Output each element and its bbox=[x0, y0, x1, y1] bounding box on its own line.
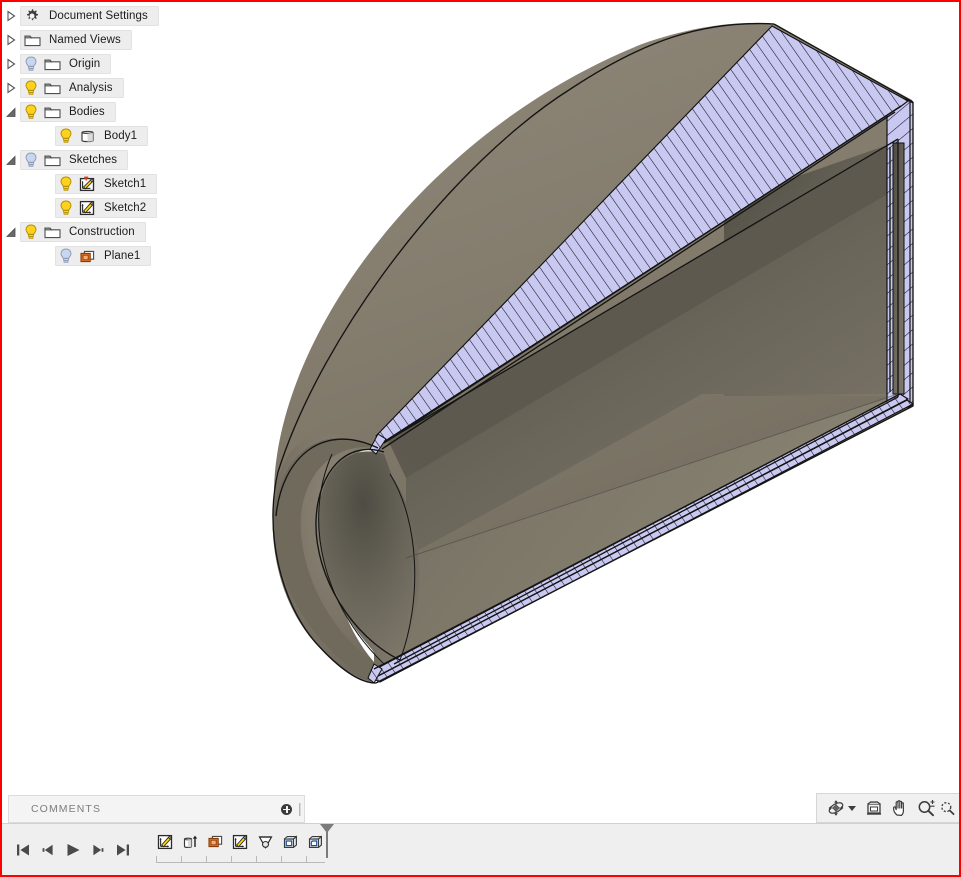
plane-icon bbox=[76, 249, 98, 264]
chevron-down-icon[interactable] bbox=[2, 106, 20, 118]
browser-row-background[interactable]: Construction bbox=[20, 222, 146, 242]
browser-row-background[interactable]: Body1 bbox=[55, 126, 149, 146]
timeline-features[interactable] bbox=[153, 823, 334, 870]
look-at-icon[interactable] bbox=[861, 795, 887, 821]
solid-body[interactable] bbox=[272, 22, 915, 684]
folder-icon bbox=[41, 105, 63, 119]
timeline-feature-plane1[interactable] bbox=[203, 830, 227, 854]
browser-item-sketches[interactable]: Sketches bbox=[2, 148, 232, 172]
timeline-feature-extrude1[interactable] bbox=[178, 830, 202, 854]
browser-item-label: Sketch2 bbox=[104, 202, 147, 214]
browser-item-label: Sketches bbox=[69, 154, 118, 166]
folder-icon bbox=[41, 153, 63, 167]
browser-item-origin[interactable]: Origin bbox=[2, 52, 232, 76]
chevron-right-icon[interactable] bbox=[2, 58, 20, 70]
chevron-down-icon[interactable] bbox=[2, 154, 20, 166]
timeline-bar[interactable] bbox=[2, 823, 959, 875]
play-button[interactable] bbox=[60, 835, 85, 865]
timeline-tick bbox=[231, 855, 232, 863]
lightbulb-off-icon[interactable] bbox=[56, 248, 76, 264]
timeline-playback-controls[interactable] bbox=[2, 835, 135, 865]
browser-item-label: Named Views bbox=[49, 34, 121, 46]
timeline-feature-loft1[interactable] bbox=[253, 830, 277, 854]
lightbulb-off-icon[interactable] bbox=[21, 56, 41, 72]
browser-item-label: Construction bbox=[69, 226, 135, 238]
timeline-tick bbox=[181, 855, 182, 863]
lightbulb-on-icon[interactable] bbox=[56, 200, 76, 216]
chevron-right-icon[interactable] bbox=[2, 10, 20, 22]
browser-item-label: Bodies bbox=[69, 106, 105, 118]
browser-item-construction[interactable]: Construction bbox=[2, 220, 232, 244]
orbit-icon[interactable] bbox=[823, 795, 849, 821]
view-navigation-bar[interactable] bbox=[816, 793, 959, 823]
gear-icon bbox=[21, 8, 43, 24]
timeline-end-marker[interactable] bbox=[320, 823, 334, 858]
browser-item-plane1[interactable]: Plane1 bbox=[2, 244, 232, 268]
lightbulb-on-icon[interactable] bbox=[56, 176, 76, 192]
lightbulb-on-icon[interactable] bbox=[21, 80, 41, 96]
browser-row-background[interactable]: Origin bbox=[20, 54, 112, 74]
timeline-tick bbox=[306, 855, 307, 863]
chevron-right-icon[interactable] bbox=[2, 34, 20, 46]
browser-row-background[interactable]: Analysis bbox=[20, 78, 124, 98]
timeline-tick bbox=[256, 855, 257, 863]
browser-row-background[interactable]: Sketches bbox=[20, 150, 129, 170]
folder-icon bbox=[21, 33, 43, 47]
browser-item-label: Origin bbox=[69, 58, 101, 70]
sketch-pin-icon bbox=[76, 176, 98, 192]
browser-item-body1[interactable]: Body1 bbox=[2, 124, 232, 148]
browser-item-bodies[interactable]: Bodies bbox=[2, 100, 232, 124]
timeline-tick bbox=[206, 855, 207, 863]
lightbulb-on-icon[interactable] bbox=[21, 104, 41, 120]
lightbulb-off-icon[interactable] bbox=[21, 152, 41, 168]
browser-item-label: Analysis bbox=[69, 82, 113, 94]
sketch-icon bbox=[76, 200, 98, 216]
plus-circle-icon[interactable] bbox=[281, 803, 292, 815]
browser-item-analysis[interactable]: Analysis bbox=[2, 76, 232, 100]
timeline-feature-sketch2[interactable] bbox=[228, 830, 252, 854]
browser-row-background[interactable]: Sketch2 bbox=[55, 198, 158, 218]
timeline-feature-shell1[interactable] bbox=[278, 830, 302, 854]
browser-item-named-views[interactable]: Named Views bbox=[2, 28, 232, 52]
chevron-down-icon[interactable] bbox=[2, 226, 20, 238]
comments-panel[interactable]: COMMENTS bbox=[8, 795, 305, 823]
browser-row-background[interactable]: Bodies bbox=[20, 102, 116, 122]
skip-to-end-button[interactable] bbox=[110, 835, 135, 865]
step-forward-button[interactable] bbox=[85, 835, 110, 865]
browser-row-background[interactable]: Named Views bbox=[20, 30, 132, 50]
timeline-tick bbox=[281, 855, 282, 863]
application-window: Document Settings Named Views Origin Analys… bbox=[0, 0, 961, 877]
folder-icon bbox=[41, 57, 63, 71]
chevron-down-icon[interactable] bbox=[848, 795, 861, 821]
chevron-right-icon[interactable] bbox=[2, 82, 20, 94]
fit-icon[interactable] bbox=[939, 795, 957, 821]
comments-label: COMMENTS bbox=[31, 803, 102, 815]
browser-item-label: Plane1 bbox=[104, 250, 141, 262]
lightbulb-on-icon[interactable] bbox=[21, 224, 41, 240]
browser-row-background[interactable]: Sketch1 bbox=[55, 174, 158, 194]
step-back-button[interactable] bbox=[35, 835, 60, 865]
timeline-feature-sketch1[interactable] bbox=[153, 830, 177, 854]
pan-icon[interactable] bbox=[887, 795, 913, 821]
lightbulb-on-icon[interactable] bbox=[56, 128, 76, 144]
folder-icon bbox=[41, 225, 63, 239]
browser-item-sketch1[interactable]: Sketch1 bbox=[2, 172, 232, 196]
browser-row-background[interactable]: Document Settings bbox=[20, 6, 159, 26]
browser-item-label: Document Settings bbox=[49, 10, 148, 22]
zoom-icon[interactable] bbox=[913, 795, 939, 821]
browser-item-document-settings[interactable]: Document Settings bbox=[2, 4, 232, 28]
folder-icon bbox=[41, 81, 63, 95]
browser-row-background[interactable]: Plane1 bbox=[55, 246, 152, 266]
browser-tree[interactable]: Document Settings Named Views Origin Analys… bbox=[2, 2, 232, 268]
browser-item-label: Sketch1 bbox=[104, 178, 147, 190]
resize-grip-icon[interactable] bbox=[299, 802, 301, 816]
browser-item-label: Body1 bbox=[104, 130, 138, 142]
body-icon bbox=[76, 129, 98, 144]
browser-item-sketch2[interactable]: Sketch2 bbox=[2, 196, 232, 220]
skip-to-start-button[interactable] bbox=[10, 835, 35, 865]
